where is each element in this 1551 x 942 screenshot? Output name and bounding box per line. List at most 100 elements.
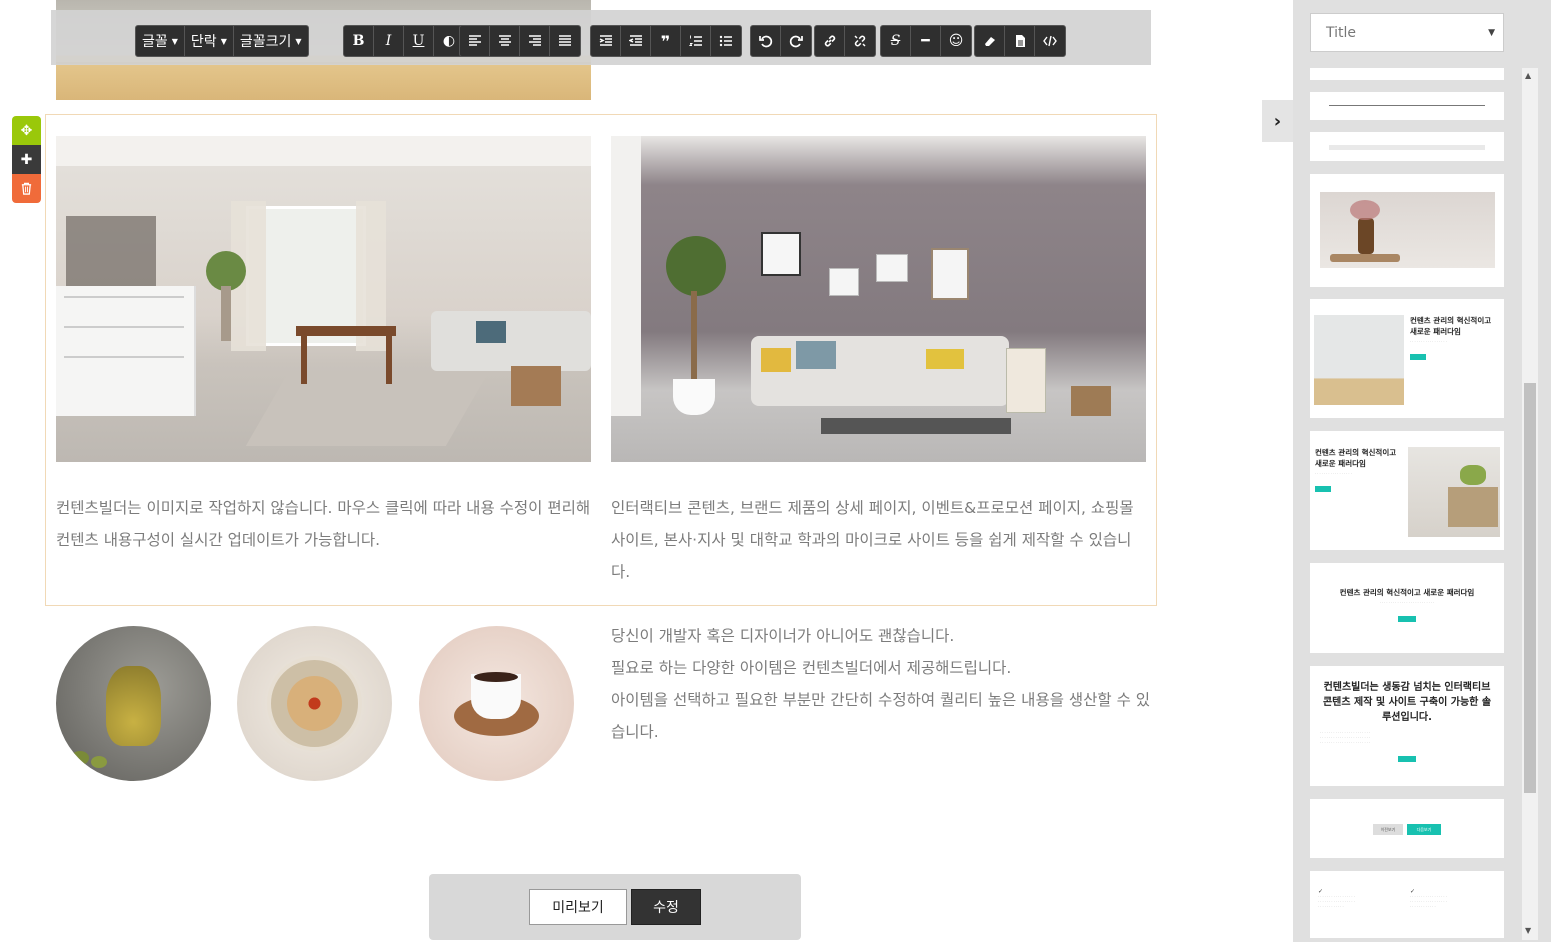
snippet-title: 컨텐츠 관리의 혁신적이고 새로운 패러다임 <box>1410 316 1492 336</box>
para3-line-3: 아이템을 선택하고 필요한 부분만 간단히 수정하여 퀄리티 높은 내용을 생산… <box>611 691 1151 741</box>
snippet-two-column-checklist[interactable]: ✓ · · · · · · · · · · · · · · · · · · · · … <box>1310 871 1504 938</box>
olive-oil-circle-image[interactable] <box>56 626 211 781</box>
align-center-icon <box>498 35 511 46</box>
para3-line-1: 당신이 개발자 혹은 디자이너가 아니어도 괜찮습니다. <box>611 627 955 645</box>
redo-button[interactable] <box>781 26 811 56</box>
clear-format-button[interactable] <box>975 26 1005 56</box>
paragraph-template-button[interactable] <box>1005 26 1035 56</box>
panel-scrollbar-thumb[interactable] <box>1524 383 1536 793</box>
add-block-button[interactable]: ✚ <box>12 145 41 174</box>
list-group: ❞ <box>590 25 742 57</box>
align-right-icon <box>528 35 541 46</box>
font-dropdown-label: 글꼴 <box>142 34 168 50</box>
unlink-icon <box>854 35 866 47</box>
move-block-button[interactable]: ✥ <box>12 116 41 145</box>
preview-button[interactable]: 미리보기 <box>529 889 627 925</box>
delete-block-button[interactable] <box>12 174 41 203</box>
chevron-right-icon: › <box>1273 110 1282 132</box>
eraser-icon <box>984 37 995 46</box>
snippet-title: 컨텐츠 관리의 혁신적이고 새로운 패러다임 <box>1315 448 1397 468</box>
coffee-cup-circle-image[interactable] <box>419 626 574 781</box>
flower-bowl-circle-image[interactable] <box>237 626 392 781</box>
snippet-divider-line[interactable] <box>1310 92 1504 120</box>
paragraph-dropdown-label: 단락 <box>190 34 217 50</box>
snippet-prev-button: 이전보기 <box>1373 824 1403 835</box>
font-size-dropdown[interactable]: 글꼴크기 ▼ <box>234 26 308 56</box>
strikethrough-icon: S <box>890 33 901 49</box>
scroll-up-icon[interactable]: ▲ <box>1525 71 1531 80</box>
scroll-down-icon[interactable]: ▼ <box>1525 926 1531 935</box>
align-center-button[interactable] <box>490 26 520 56</box>
bold-button[interactable]: B <box>344 26 374 56</box>
snippet-partial[interactable] <box>1310 68 1504 80</box>
document-icon <box>1015 35 1025 47</box>
horizontal-rule-button[interactable]: ━ <box>911 26 941 56</box>
font-group: 글꼴 ▼ 단락 ▼ 글꼴크기 ▼ <box>135 25 309 57</box>
align-left-button[interactable] <box>460 26 490 56</box>
snippet-next-button: 다음보기 <box>1407 824 1441 835</box>
caret-down-icon: ▼ <box>171 36 178 46</box>
align-right-button[interactable] <box>520 26 550 56</box>
snippet-body-text: · · · · · · · · · · · · · · · · · <box>1315 472 1352 476</box>
content-paragraph-3[interactable]: 당신이 개발자 혹은 디자이너가 아니어도 괜찮습니다. 필요로 하는 다양한 … <box>611 620 1151 748</box>
snippet-centered-title[interactable]: 컨텐츠 관리의 혁신적이고 새로운 패러다임 · · · · · · · · ·… <box>1310 563 1504 653</box>
snippet-column-left: ✓ · · · · · · · · · · · · · · · · · · · · … <box>1318 888 1355 910</box>
edit-button[interactable]: 수정 <box>631 889 701 925</box>
font-size-dropdown-label: 글꼴크기 <box>239 34 292 50</box>
paragraph-dropdown[interactable]: 단락 ▼ <box>185 26 234 56</box>
font-dropdown[interactable]: 글꼴 ▼ <box>136 26 185 56</box>
unlink-button[interactable] <box>845 26 875 56</box>
style-group: B I U ◐ <box>343 25 465 57</box>
outdent-button[interactable] <box>621 26 651 56</box>
snippet-headline-paragraph[interactable]: 컨텐츠빌더는 생동감 넘치는 인터랙티브 콘텐츠 제작 및 사이트 구축이 가능… <box>1310 666 1504 786</box>
indent-button[interactable] <box>591 26 621 56</box>
snippet-image-text-left[interactable]: 컨텐츠 관리의 혁신적이고 새로운 패러다임 · · · · · · · · ·… <box>1310 299 1504 418</box>
link-group <box>814 25 876 57</box>
underline-button[interactable]: U <box>404 26 434 56</box>
living-room-image-2[interactable] <box>611 136 1146 462</box>
plus-icon: ✚ <box>20 151 33 168</box>
snippet-text-image-right[interactable]: 컨텐츠 관리의 혁신적이고 새로운 패러다임 · · · · · · · · ·… <box>1310 431 1504 550</box>
smile-icon: ☺ <box>948 33 964 49</box>
snippet-cta-button <box>1315 486 1331 492</box>
link-button[interactable] <box>815 26 845 56</box>
quote-icon: ❞ <box>660 31 671 51</box>
snippet-divider-bar[interactable] <box>1310 132 1504 161</box>
living-room-image-1[interactable] <box>56 136 591 462</box>
bold-label: B <box>352 33 365 49</box>
emoji-button[interactable]: ☺ <box>941 26 971 56</box>
html-source-button[interactable] <box>1035 26 1065 56</box>
link-icon <box>824 35 835 47</box>
ordered-list-button[interactable] <box>681 26 711 56</box>
horizontal-rule-icon: ━ <box>921 33 930 49</box>
undo-button[interactable] <box>751 26 781 56</box>
undo-icon <box>758 35 772 48</box>
panel-toggle-button[interactable]: › <box>1262 100 1293 142</box>
category-select[interactable]: Title ▼ <box>1310 13 1504 52</box>
snippet-title: 컨텐츠빌더는 생동감 넘치는 인터랙티브 콘텐츠 제작 및 사이트 구축이 가능… <box>1322 682 1492 723</box>
outdent-icon <box>628 35 642 46</box>
snippet-body-text: · · · · · · · · · · · · · · · · · · · · … <box>1379 601 1435 605</box>
chevron-down-icon: ▼ <box>1488 27 1495 38</box>
snippet-cta-button <box>1398 616 1416 622</box>
snippet-image-vase[interactable] <box>1310 174 1504 287</box>
italic-button[interactable]: I <box>374 26 404 56</box>
content-paragraph-right[interactable]: 인터랙티브 콘텐츠, 브랜드 제품의 상세 페이지, 이벤트&프로모션 페이지,… <box>611 492 1146 588</box>
caret-down-icon: ▼ <box>295 36 302 46</box>
contrast-icon: ◐ <box>442 33 456 49</box>
unordered-list-button[interactable] <box>711 26 741 56</box>
snippet-two-buttons[interactable]: 이전보기 다음보기 <box>1310 799 1504 858</box>
snippet-cta-button <box>1398 756 1416 762</box>
misc-group: S ━ ☺ <box>880 25 972 57</box>
snippet-column-right: ✓ · · · · · · · · · · · · · · · · · · · · … <box>1410 888 1447 910</box>
html-icon <box>1043 35 1057 47</box>
strikethrough-button[interactable]: S <box>881 26 911 56</box>
redo-icon <box>789 35 803 48</box>
panel-scrollbar[interactable]: ▲ ▼ <box>1522 68 1538 940</box>
snippet-body-text: · · · · · · · · · · · · · · · · · <box>1410 340 1447 344</box>
align-group <box>459 25 581 57</box>
justify-button[interactable] <box>550 26 580 56</box>
quote-button[interactable]: ❞ <box>651 26 681 56</box>
editor-canvas: 글꼴 ▼ 단락 ▼ 글꼴크기 ▼ B I U ◐ ❞ S ━ ☺ ✥ ✚ 컨텐츠… <box>0 0 1290 942</box>
content-paragraph-left[interactable]: 컨텐츠빌더는 이미지로 작업하지 않습니다. 마우스 클릭에 따라 내용 수정이… <box>56 492 591 556</box>
